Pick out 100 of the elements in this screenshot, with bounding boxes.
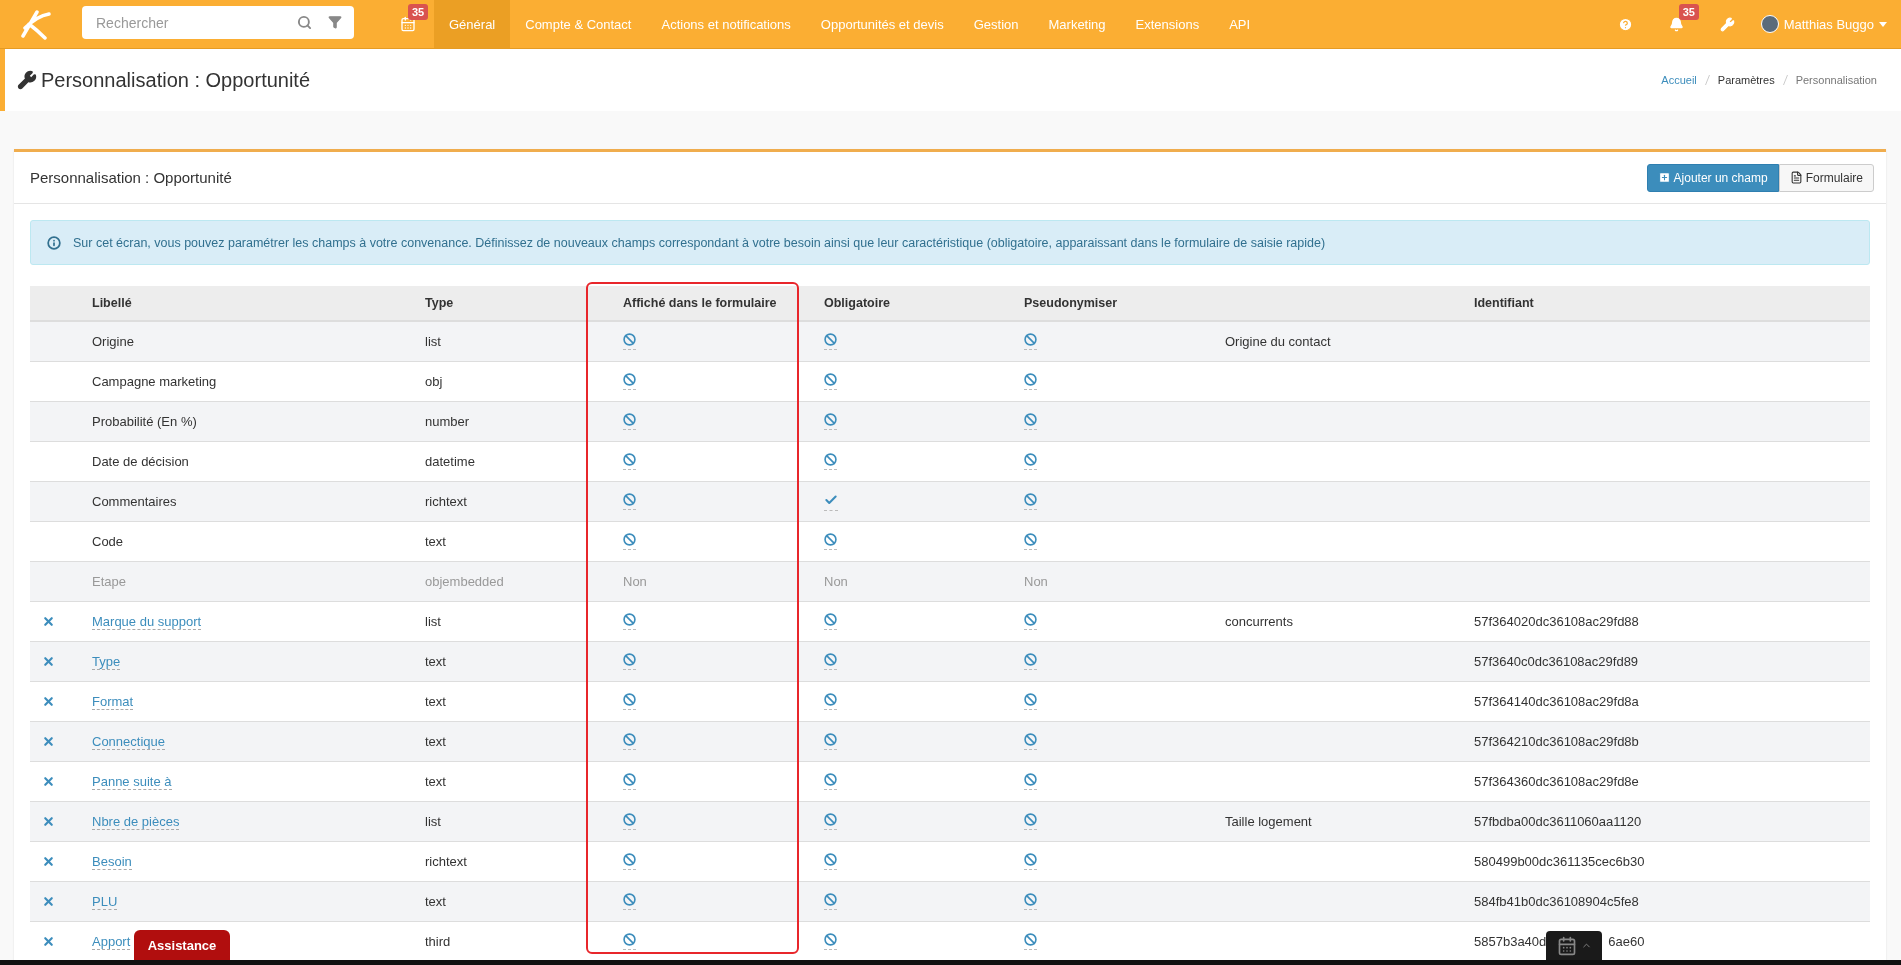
ban-icon[interactable] (623, 733, 636, 750)
field-label-link[interactable]: Nbre de pièces (92, 813, 180, 830)
ban-icon[interactable] (824, 813, 837, 830)
field-label-link[interactable]: PLU (92, 893, 118, 910)
search-icon[interactable] (297, 15, 312, 30)
table-cell: Origine du contact (1225, 334, 1331, 349)
assistance-button[interactable]: Assistance (134, 930, 230, 960)
ban-icon[interactable] (824, 733, 837, 750)
ban-icon[interactable] (623, 853, 636, 870)
ban-icon[interactable] (1024, 493, 1037, 510)
field-label-link[interactable]: Type (92, 653, 121, 670)
ban-icon[interactable] (824, 373, 837, 390)
ban-icon[interactable] (623, 413, 636, 430)
caret-icon (1879, 21, 1887, 27)
ban-icon[interactable] (623, 613, 636, 630)
ban-icon[interactable] (1024, 813, 1037, 830)
delete-icon[interactable] (42, 935, 55, 948)
ban-icon[interactable] (623, 493, 636, 510)
ban-icon[interactable] (824, 933, 837, 950)
field-type: datetime (425, 454, 475, 469)
ban-icon[interactable] (824, 533, 837, 550)
check-icon[interactable] (824, 492, 838, 511)
ban-icon[interactable] (623, 453, 636, 470)
ban-icon[interactable] (623, 813, 636, 830)
field-label-link[interactable]: Besoin (92, 853, 132, 870)
column-header[interactable]: Affiché dans le formulaire (611, 296, 812, 310)
ban-icon[interactable] (623, 373, 636, 390)
ban-icon[interactable] (1024, 893, 1037, 910)
column-header[interactable]: Identifiant (1462, 296, 1870, 310)
ban-icon[interactable] (824, 653, 837, 670)
ban-icon[interactable] (623, 933, 636, 950)
ban-icon[interactable] (623, 893, 636, 910)
field-type: list (425, 814, 441, 829)
field-identifier: 57f364020dc36108ac29fd88 (1474, 614, 1639, 629)
ban-icon[interactable] (1024, 373, 1037, 390)
search-field[interactable]: Rechercher (82, 6, 354, 39)
ban-icon[interactable] (824, 453, 837, 470)
delete-icon[interactable] (42, 695, 55, 708)
ban-icon[interactable] (1024, 853, 1037, 870)
delete-icon[interactable] (42, 615, 55, 628)
ban-icon[interactable] (623, 693, 636, 710)
ban-icon[interactable] (623, 653, 636, 670)
field-identifier: 5857b3a40d (1474, 934, 1547, 949)
ban-icon[interactable] (824, 853, 837, 870)
breadcrumb-separator (1704, 75, 1710, 85)
delete-icon[interactable] (42, 855, 55, 868)
field-label-link[interactable]: Apport (92, 933, 131, 950)
info-text: Sur cet écran, vous pouvez paramétrer les champs à votre convenance. Définissez de nouveaux champs correspondant à votre besoin ainsi que leur caractéristique (obligatoire, apparaissant dans le formulaire de saisie rapide) (73, 235, 1326, 250)
settings-icon[interactable] (1719, 16, 1735, 32)
delete-icon[interactable] (42, 815, 55, 828)
delete-icon[interactable] (42, 655, 55, 668)
breadcrumb-item[interactable]: Personnalisation (1795, 74, 1877, 86)
field-type: text (425, 894, 446, 909)
field-type: text (425, 734, 446, 749)
plus-icon (1657, 171, 1671, 184)
nav-menu-item[interactable]: Général (434, 0, 511, 48)
form-button[interactable]: Formulaire (1778, 163, 1874, 192)
calendar-icon[interactable] (400, 16, 416, 32)
ban-icon[interactable] (824, 413, 837, 430)
field-type: obj (425, 374, 443, 389)
field-label-link[interactable]: Format (92, 693, 134, 710)
ban-icon[interactable] (1024, 533, 1037, 550)
field-label-link[interactable]: Connectique (92, 733, 165, 750)
flag-value: Non (623, 574, 647, 589)
delete-icon[interactable] (42, 735, 55, 748)
breadcrumb-item[interactable]: Accueil (1661, 74, 1697, 86)
column-header[interactable]: Libellé (80, 296, 413, 310)
column-header[interactable]: Pseudonymiser (1012, 296, 1213, 310)
ban-icon[interactable] (1024, 733, 1037, 750)
ban-icon[interactable] (1024, 613, 1037, 630)
breadcrumb-item[interactable]: Paramètres (1717, 74, 1775, 86)
ban-icon[interactable] (1024, 413, 1037, 430)
ban-icon[interactable] (623, 333, 636, 350)
field-label-link[interactable]: Marque du support (92, 613, 202, 630)
field-type: objembedded (425, 574, 504, 589)
ban-icon[interactable] (1024, 773, 1037, 790)
help-icon[interactable] (1617, 16, 1633, 32)
ban-icon[interactable] (1024, 653, 1037, 670)
field-label: Origine (92, 334, 134, 349)
delete-icon[interactable] (42, 895, 55, 908)
bell-icon[interactable] (1668, 16, 1684, 32)
ban-icon[interactable] (1024, 933, 1037, 950)
add-field-button[interactable]: Ajouter un champ (1646, 163, 1779, 192)
ban-icon[interactable] (824, 613, 837, 630)
ban-icon[interactable] (824, 773, 837, 790)
ban-icon[interactable] (1024, 693, 1037, 710)
ban-icon[interactable] (824, 333, 837, 350)
column-header[interactable]: Type (413, 296, 611, 310)
column-header[interactable]: Obligatoire (812, 296, 1012, 310)
ban-icon[interactable] (1024, 333, 1037, 350)
ban-icon[interactable] (623, 533, 636, 550)
calendar-widget[interactable] (1546, 931, 1602, 960)
calendar-icon (1556, 935, 1577, 956)
ban-icon[interactable] (824, 693, 837, 710)
ban-icon[interactable] (1024, 453, 1037, 470)
ban-icon[interactable] (623, 773, 636, 790)
field-label-link[interactable]: Panne suite à (92, 773, 172, 790)
delete-icon[interactable] (42, 775, 55, 788)
ban-icon[interactable] (824, 893, 837, 910)
filter-icon[interactable] (328, 15, 342, 29)
